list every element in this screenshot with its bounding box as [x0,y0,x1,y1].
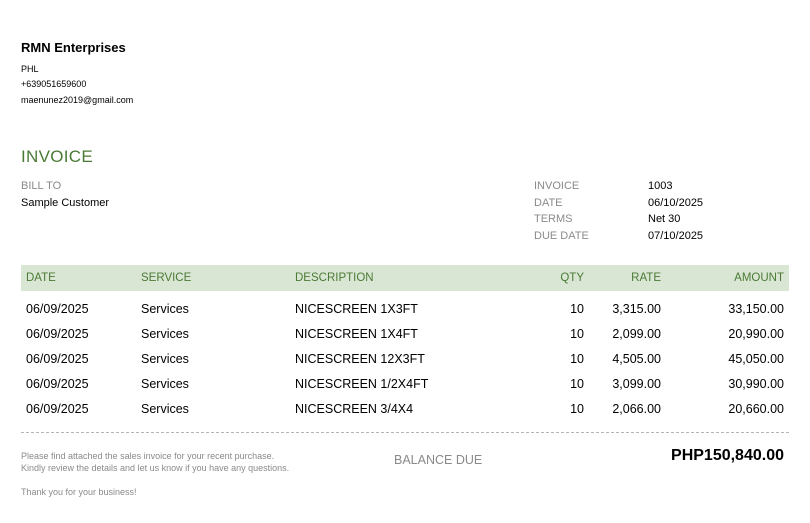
company-phone: +639051659600 [21,79,87,89]
row-rate: 4,505.00 [612,352,661,366]
invoice-title: INVOICE [21,147,94,166]
row-qty: 10 [570,327,584,341]
balance-due-value: PHP150,840.00 [671,447,784,464]
balance-due-label: BALANCE DUE [394,453,483,467]
row-qty: 10 [570,377,584,391]
company-country: PHL [21,64,39,74]
row-description: NICESCREEN 3/4X4 [295,402,414,416]
thank-you-note: Thank you for your business! [21,487,137,497]
invoice-due-date-label: DUE DATE [534,230,589,242]
invoice-date-label: DATE [534,197,563,209]
row-rate: 3,315.00 [612,302,661,316]
invoice-number-value: 1003 [648,180,673,192]
row-qty: 10 [570,402,584,416]
row-description: NICESCREEN 1/2X4FT [295,377,429,391]
row-date: 06/09/2025 [26,352,89,366]
row-date: 06/09/2025 [26,302,89,316]
row-service: Services [141,377,189,391]
row-rate: 2,099.00 [612,327,661,341]
column-header-date: DATE [26,272,56,284]
column-header-rate: RATE [631,272,661,284]
row-date: 06/09/2025 [26,377,89,391]
row-qty: 10 [570,352,584,366]
row-service: Services [141,402,189,416]
row-service: Services [141,327,189,341]
note-line-2: Kindly review the details and let us kno… [21,463,290,473]
row-description: NICESCREEN 1X3FT [295,302,418,316]
invoice-number-label: INVOICE [534,180,580,192]
row-service: Services [141,352,189,366]
bill-to-name: Sample Customer [21,197,110,209]
invoice-terms-value: Net 30 [648,213,681,225]
row-description: NICESCREEN 1X4FT [295,327,418,341]
row-amount: 20,990.00 [728,327,784,341]
row-service: Services [141,302,189,316]
company-email: maenunez2019@gmail.com [21,95,134,105]
note-line-1: Please find attached the sales invoice f… [21,451,275,461]
column-header-description: DESCRIPTION [295,272,374,284]
invoice-date-value: 06/10/2025 [648,197,704,209]
row-qty: 10 [570,302,584,316]
table-row: 06/09/2025 Services NICESCREEN 1X4FT 10 … [0,327,810,347]
table-row: 06/09/2025 Services NICESCREEN 1/2X4FT 1… [0,377,810,397]
dashed-divider [21,432,789,433]
bill-to-label: BILL TO [21,180,62,192]
table-row: 06/09/2025 Services NICESCREEN 3/4X4 10 … [0,402,810,422]
row-amount: 30,990.00 [728,377,784,391]
row-amount: 45,050.00 [728,352,784,366]
row-rate: 2,066.00 [612,402,661,416]
company-name: RMN Enterprises [21,40,126,55]
row-date: 06/09/2025 [26,327,89,341]
row-rate: 3,099.00 [612,377,661,391]
column-header-qty: QTY [560,272,584,284]
table-row: 06/09/2025 Services NICESCREEN 1X3FT 10 … [0,302,810,322]
table-header [21,265,789,291]
invoice-due-date-value: 07/10/2025 [648,230,704,242]
row-date: 06/09/2025 [26,402,89,416]
column-header-service: SERVICE [141,272,192,284]
row-amount: 33,150.00 [728,302,784,316]
table-row: 06/09/2025 Services NICESCREEN 12X3FT 10… [0,352,810,372]
row-amount: 20,660.00 [728,402,784,416]
column-header-amount: AMOUNT [734,272,784,284]
row-description: NICESCREEN 12X3FT [295,352,425,366]
invoice-terms-label: TERMS [534,213,573,225]
